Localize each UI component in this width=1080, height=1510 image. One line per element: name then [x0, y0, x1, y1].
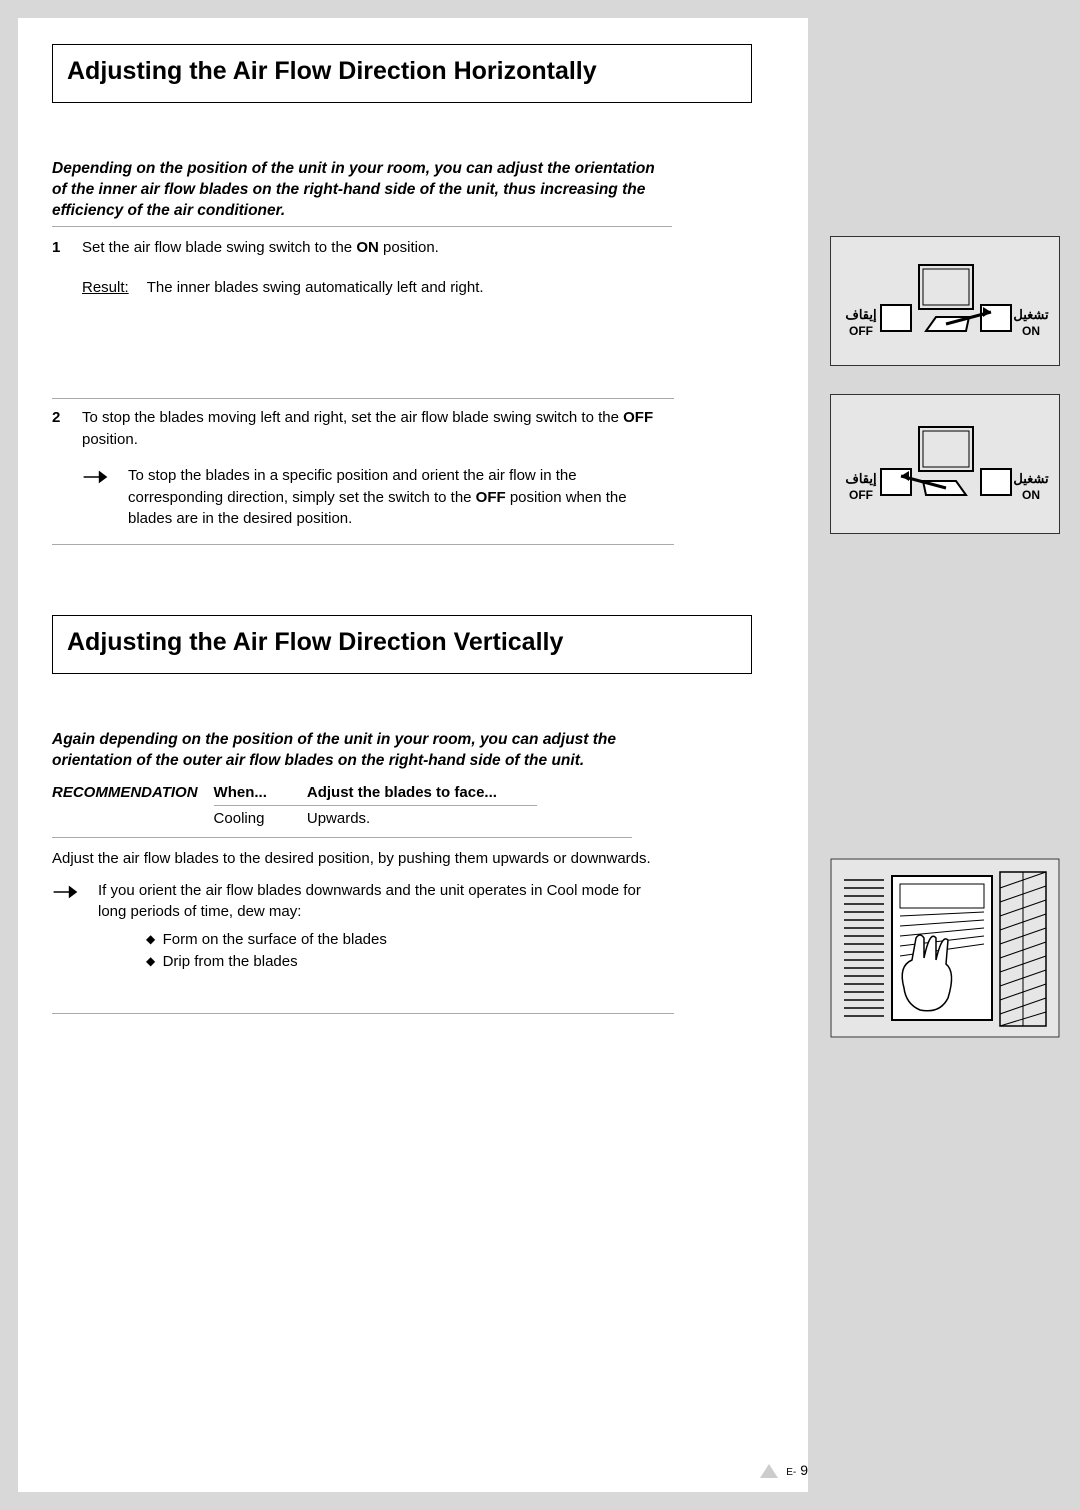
dew-bullets: Form on the surface of the blades Drip f… — [146, 929, 672, 973]
step-1-text-a: Set the air flow blade swing switch to t… — [82, 239, 356, 256]
figure-blade-adjust — [830, 858, 1060, 1038]
rec-row1-when: Cooling — [214, 805, 307, 831]
page-triangle-icon — [760, 1464, 778, 1478]
section-2-note-body: If you orient the air flow blades downwa… — [98, 880, 672, 973]
recommendation-block: RECOMMENDATION When... Adjust the blades… — [52, 780, 632, 838]
off-label-1: OFF — [849, 324, 873, 338]
off-label-2: OFF — [849, 488, 873, 502]
section-2-note: If you orient the air flow blades downwa… — [52, 880, 672, 973]
section-1-title-box: Adjusting the Air Flow Direction Horizon… — [52, 44, 752, 103]
step-2-body: To stop the blades moving left and right… — [82, 407, 674, 530]
bullet-2: Drip from the blades — [146, 951, 672, 973]
section-2-title: Adjusting the Air Flow Direction Vertica… — [67, 628, 737, 657]
section-2-plain: Adjust the air flow blades to the desire… — [52, 848, 672, 870]
section-2-note-text: If you orient the air flow blades downwa… — [98, 882, 641, 921]
step-2-text-c: position. — [82, 431, 138, 448]
step-2-off: OFF — [623, 409, 653, 426]
result-text: The inner blades swing automatically lef… — [147, 277, 484, 299]
page-number: E-9 — [760, 1462, 808, 1478]
step-2: 2 To stop the blades moving left and rig… — [52, 399, 674, 545]
step-2-note-text: To stop the blades in a specific positio… — [128, 465, 674, 530]
rec-row1-adjust: Upwards. — [307, 805, 537, 831]
recommendation-table: RECOMMENDATION When... Adjust the blades… — [52, 780, 537, 831]
figure-switch-off: إيقاف تشغيل OFF ON — [830, 394, 1060, 534]
on-label-1: ON — [1022, 324, 1040, 338]
step-2-note: To stop the blades in a specific positio… — [82, 465, 674, 530]
section-1-intro: Depending on the position of the unit in… — [52, 159, 672, 227]
section-2-title-box: Adjusting the Air Flow Direction Vertica… — [52, 615, 752, 674]
figure-switch-on: إيقاف تشغيل OFF ON — [830, 236, 1060, 366]
bullet-1: Form on the surface of the blades — [146, 929, 672, 951]
step-2-number: 2 — [52, 407, 66, 530]
step-1-number: 1 — [52, 237, 66, 299]
ar-on-1: تشغيل — [1013, 307, 1049, 322]
note-arrow-icon — [52, 884, 84, 900]
on-label-2: ON — [1022, 488, 1040, 502]
rec-header-when: When... — [214, 780, 307, 806]
manual-page: Adjusting the Air Flow Direction Horizon… — [18, 18, 808, 1492]
section-2-intro: Again depending on the position of the u… — [52, 730, 672, 776]
result-label: Result: — [82, 277, 129, 299]
step-1: 1 Set the air flow blade swing switch to… — [52, 229, 674, 313]
step-1-result: Result: The inner blades swing automatic… — [82, 277, 674, 299]
rec-label: RECOMMENDATION — [52, 780, 214, 806]
step-1-text-c: position. — [379, 239, 439, 256]
step-1-body: Set the air flow blade swing switch to t… — [82, 237, 674, 299]
section-1-title: Adjusting the Air Flow Direction Horizon… — [67, 57, 737, 86]
ar-on-2: تشغيل — [1013, 471, 1049, 486]
ar-off-1: إيقاف — [845, 307, 877, 323]
step-1-on: ON — [356, 239, 379, 256]
rec-header-adjust: Adjust the blades to face... — [307, 780, 537, 806]
ar-off-2: إيقاف — [845, 471, 877, 487]
note-arrow-icon — [82, 469, 114, 485]
step-2-text-a: To stop the blades moving left and right… — [82, 409, 623, 426]
